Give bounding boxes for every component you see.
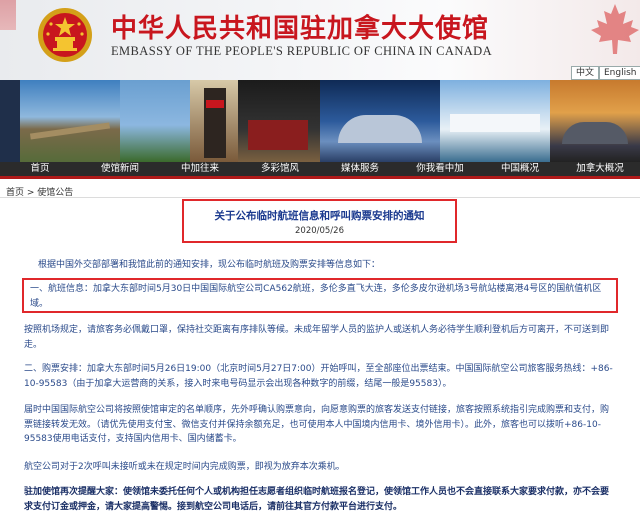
article-paragraph-ticketing: 二、购票安排：加拿大东部时间5月26日19:00（北京时间5月27日7:00）开… xyxy=(24,364,613,389)
nav-item-canada-overview[interactable]: 加拿大概况 xyxy=(560,162,640,176)
nav-item-china-canada[interactable]: 中加往来 xyxy=(160,162,240,176)
banner-photo-palace xyxy=(238,80,320,162)
language-chinese-button[interactable]: 中文 xyxy=(571,66,600,80)
nav-item-china-overview[interactable]: 中国概况 xyxy=(480,162,560,176)
banner-photo-totem xyxy=(190,80,238,162)
article-header-highlight: 关于公布临时航班信息和呼叫购票安排的通知 2020/05/26 xyxy=(182,199,457,243)
language-english-button[interactable]: English xyxy=(599,66,640,80)
banner-photo-waterfall xyxy=(440,80,550,162)
main-navigation: 首页 使馆新闻 中加往来 多彩馆风 媒体服务 你我看中加 中国概况 加拿大概况 xyxy=(0,162,640,176)
banner-photo-great-wall xyxy=(20,80,120,162)
nav-item-embassy-style[interactable]: 多彩馆风 xyxy=(240,162,320,176)
article-intro: 根据中国外交部部署和我馆此前的通知安排，现公布临时航班及购票安排等信息如下： xyxy=(38,260,381,270)
banner-photo-stadium xyxy=(550,80,640,162)
site-title-cn: 中华人民共和国驻加拿大大使馆 xyxy=(111,14,490,44)
article-paragraph-payment: 届时中国国际航空公司将按照使馆审定的名单顺序，先外呼确认购票意向，向愿意购票的旅… xyxy=(24,405,610,444)
nav-item-media[interactable]: 媒体服务 xyxy=(320,162,400,176)
banner-photo-opera-house xyxy=(320,80,440,162)
page: 中华人民共和国驻加拿大大使馆 EMBASSY OF THE PEOPLE'S R… xyxy=(0,0,640,521)
banner-photo-landscape xyxy=(120,80,190,162)
site-header: 中华人民共和国驻加拿大大使馆 EMBASSY OF THE PEOPLE'S R… xyxy=(0,0,640,80)
maple-leaf-icon xyxy=(591,4,639,54)
article-date: 2020/05/26 xyxy=(295,226,344,236)
article-paragraph-flight-info: 一、航班信息：加拿大东部时间5月30日中国国际航空公司CA562航班，多伦多直飞… xyxy=(30,284,602,309)
nav-item-perspectives[interactable]: 你我看中加 xyxy=(400,162,480,176)
nav-item-home[interactable]: 首页 xyxy=(0,162,80,176)
article-title: 关于公布临时航班信息和呼叫购票安排的通知 xyxy=(214,210,425,222)
article-paragraph-missed-calls: 航空公司对于2次呼叫未接听或未在规定时间内完成购票，即视为放弃本次乘机。 xyxy=(24,462,345,472)
banner-photo-edge xyxy=(0,80,20,162)
site-title-en: EMBASSY OF THE PEOPLE'S REPUBLIC OF CHIN… xyxy=(111,44,493,58)
national-emblem-icon xyxy=(38,8,92,62)
nav-divider xyxy=(0,176,640,179)
article-paragraph-warning: 驻加使馆再次提醒大家：使领馆未委托任何个人或机构担任志愿者组织临时航班报名登记，… xyxy=(24,487,610,512)
breadcrumb-divider xyxy=(0,197,640,198)
article-paragraph-airport-rules: 按照机场规定，请旅客务必佩戴口罩，保持社交距离有序排队等候。未成年留学人员的监护… xyxy=(24,325,610,350)
nav-item-embassy-news[interactable]: 使馆新闻 xyxy=(80,162,160,176)
photo-banner xyxy=(0,80,640,162)
flag-decoration xyxy=(0,0,16,30)
